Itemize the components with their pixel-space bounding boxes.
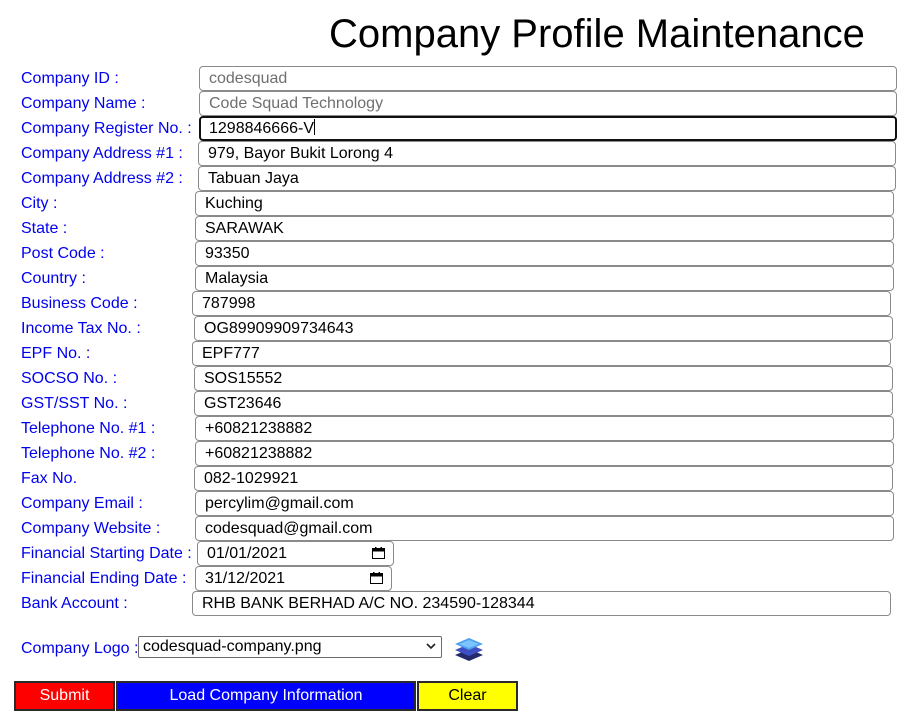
- calendar-icon[interactable]: [370, 572, 383, 584]
- country-input[interactable]: Malaysia: [195, 266, 894, 291]
- business-code-label: Business Code :: [21, 295, 138, 312]
- register-no-value: 1298846666-V: [209, 120, 314, 137]
- gst-input[interactable]: GST23646: [194, 391, 893, 416]
- field-row-company-id: Company ID : codesquad: [0, 66, 913, 91]
- socso-label: SOCSO No. :: [21, 370, 118, 387]
- start-date-value: 01/01/2021: [207, 545, 288, 562]
- layers-icon: [455, 638, 483, 661]
- register-no-input[interactable]: 1298846666-V: [199, 116, 897, 141]
- email-label: Company Email :: [21, 495, 143, 512]
- telephone-1-input[interactable]: +60821238882: [195, 416, 894, 441]
- end-date-input[interactable]: 31/12/2021: [195, 566, 392, 591]
- company-logo-select[interactable]: codesquad-company.png: [138, 636, 442, 658]
- city-input[interactable]: Kuching: [195, 191, 894, 216]
- field-row-bank-account: Bank Account : RHB BANK BERHAD A/C NO. 2…: [0, 591, 913, 616]
- submit-button[interactable]: Submit: [14, 681, 115, 711]
- address-2-input[interactable]: Tabuan Jaya: [198, 166, 896, 191]
- field-row-state: State : SARAWAK: [0, 216, 913, 241]
- field-row-post-code: Post Code : 93350: [0, 241, 913, 266]
- bank-account-label: Bank Account :: [21, 595, 128, 612]
- start-date-input[interactable]: 01/01/2021: [197, 541, 394, 566]
- socso-input[interactable]: SOS15552: [194, 366, 893, 391]
- city-label: City :: [21, 195, 58, 212]
- field-row-address-1: Company Address #1 : 979, Bayor Bukit Lo…: [0, 141, 913, 166]
- epf-input[interactable]: EPF777: [192, 341, 891, 366]
- company-id-label: Company ID :: [21, 70, 119, 87]
- field-row-end-date: Financial Ending Date : 31/12/2021: [0, 566, 913, 591]
- address-2-label: Company Address #2 :: [21, 170, 183, 187]
- state-input[interactable]: SARAWAK: [195, 216, 894, 241]
- end-date-label: Financial Ending Date :: [21, 570, 187, 587]
- post-code-label: Post Code :: [21, 245, 105, 262]
- website-label: Company Website :: [21, 520, 161, 537]
- field-row-income-tax: Income Tax No. : OG89909909734643: [0, 316, 913, 341]
- company-name-label: Company Name :: [21, 95, 146, 112]
- field-row-start-date: Financial Starting Date : 01/01/2021: [0, 541, 913, 566]
- company-name-input[interactable]: Code Squad Technology: [199, 91, 897, 116]
- bank-account-input[interactable]: RHB BANK BERHAD A/C NO. 234590-128344: [192, 591, 891, 616]
- website-input[interactable]: codesquad@gmail.com: [195, 516, 894, 541]
- field-row-telephone-1: Telephone No. #1 : +60821238882: [0, 416, 913, 441]
- telephone-2-input[interactable]: +60821238882: [195, 441, 894, 466]
- company-logo-selected: codesquad-company.png: [143, 638, 322, 655]
- calendar-icon[interactable]: [372, 547, 385, 559]
- field-row-country: Country : Malaysia: [0, 266, 913, 291]
- page-title: Company Profile Maintenance: [329, 12, 865, 56]
- telephone-1-label: Telephone No. #1 :: [21, 420, 156, 437]
- field-row-website: Company Website : codesquad@gmail.com: [0, 516, 913, 541]
- field-row-business-code: Business Code : 787998: [0, 291, 913, 316]
- company-id-input[interactable]: codesquad: [199, 66, 897, 91]
- field-row-socso: SOCSO No. : SOS15552: [0, 366, 913, 391]
- company-profile-page: Company Profile Maintenance Company ID :…: [0, 0, 913, 727]
- post-code-input[interactable]: 93350: [195, 241, 894, 266]
- text-caret: [313, 119, 315, 135]
- income-tax-input[interactable]: OG89909909734643: [194, 316, 893, 341]
- field-row-email: Company Email : percylim@gmail.com: [0, 491, 913, 516]
- field-row-company-name: Company Name : Code Squad Technology: [0, 91, 913, 116]
- field-row-city: City : Kuching: [0, 191, 913, 216]
- epf-label: EPF No. :: [21, 345, 91, 362]
- field-row-telephone-2: Telephone No. #2 : +60821238882: [0, 441, 913, 466]
- register-no-label: Company Register No. :: [21, 120, 192, 137]
- country-label: Country :: [21, 270, 86, 287]
- field-row-fax: Fax No. 082-1029921: [0, 466, 913, 491]
- chevron-down-icon: [426, 643, 436, 650]
- field-row-address-2: Company Address #2 : Tabuan Jaya: [0, 166, 913, 191]
- email-input[interactable]: percylim@gmail.com: [195, 491, 894, 516]
- field-row-company-logo: Company Logo : codesquad-company.png: [0, 634, 913, 664]
- end-date-value: 31/12/2021: [205, 570, 286, 587]
- address-1-label: Company Address #1 :: [21, 145, 183, 162]
- clear-button[interactable]: Clear: [417, 681, 518, 711]
- field-row-gst: GST/SST No. : GST23646: [0, 391, 913, 416]
- business-code-input[interactable]: 787998: [192, 291, 891, 316]
- address-1-input[interactable]: 979, Bayor Bukit Lorong 4: [198, 141, 896, 166]
- company-logo-label: Company Logo :: [21, 640, 139, 657]
- fax-input[interactable]: 082-1029921: [194, 466, 893, 491]
- field-row-epf: EPF No. : EPF777: [0, 341, 913, 366]
- telephone-2-label: Telephone No. #2 :: [21, 445, 156, 462]
- fax-label: Fax No.: [21, 470, 78, 487]
- gst-label: GST/SST No. :: [21, 395, 128, 412]
- start-date-label: Financial Starting Date :: [21, 545, 192, 562]
- income-tax-label: Income Tax No. :: [21, 320, 141, 337]
- field-row-register-no: Company Register No. : 1298846666-V: [0, 116, 913, 141]
- load-company-information-button[interactable]: Load Company Information: [116, 681, 416, 711]
- state-label: State :: [21, 220, 68, 237]
